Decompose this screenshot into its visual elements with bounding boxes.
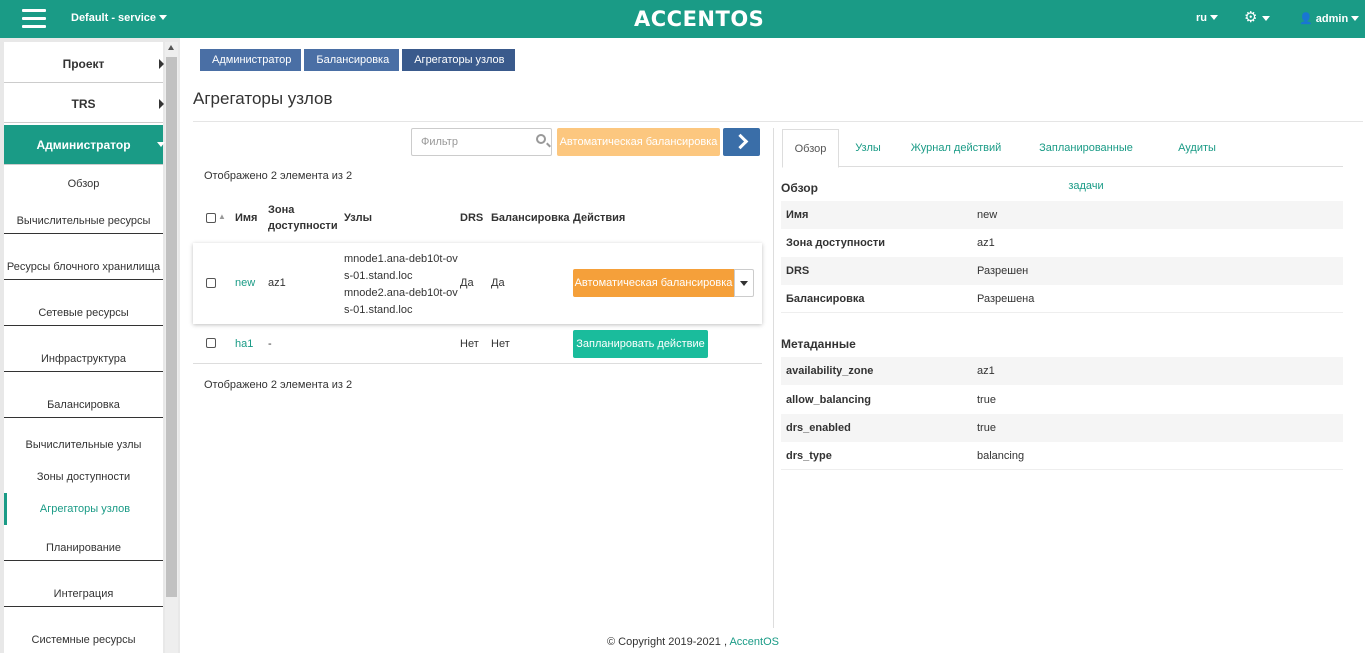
search-icon[interactable] <box>536 134 546 144</box>
row-checkbox[interactable] <box>206 278 216 288</box>
breadcrumb-admin[interactable]: Администратор <box>200 49 302 71</box>
sort-icon[interactable]: ▲ <box>218 212 226 221</box>
sidebar-item-overview[interactable]: Обзор <box>4 178 163 190</box>
row-checkbox[interactable] <box>206 338 216 348</box>
metadata-row: allow_balancing true <box>786 394 996 406</box>
hamburger-icon[interactable] <box>22 9 46 29</box>
sidebar-item-infrastructure[interactable]: Инфраструктура <box>4 353 163 372</box>
tab-action-log[interactable]: Журнал действий <box>906 129 1006 167</box>
sidebar-menu-trs[interactable]: TRS <box>4 85 164 123</box>
footer-brand-link[interactable]: AccentOS <box>729 636 779 648</box>
metadata-row: drs_type balancing <box>781 442 1343 470</box>
detail-row: Балансировка Разрешена <box>781 285 1343 313</box>
sidebar-subitem-compute-nodes[interactable]: Вычислительные узлы <box>4 439 163 451</box>
chevron-down-icon[interactable] <box>734 269 754 297</box>
user-menu[interactable]: 👤 admin <box>1299 12 1360 25</box>
sidebar-subitem-zones[interactable]: Зоны доступности <box>4 471 163 483</box>
tab-scheduled-tasks[interactable]: Запланированные задачи <box>1021 129 1151 192</box>
tab-audits[interactable]: Аудиты <box>1172 129 1222 167</box>
row-zone: - <box>268 338 272 350</box>
sidebar: Проект TRS Администратор Обзор Вычислите… <box>0 38 180 653</box>
items-count-bottom: Отображено 2 элемента из 2 <box>204 379 353 391</box>
sidebar-item-storage[interactable]: Ресурсы блочного хранилища <box>4 261 163 280</box>
project-selector[interactable]: Default - service <box>71 12 167 24</box>
sidebar-item-network[interactable]: Сетевые ресурсы <box>4 307 163 326</box>
sidebar-scrollbar[interactable] <box>165 42 178 653</box>
detail-row: Имя new <box>781 201 1343 229</box>
col-drs[interactable]: DRS <box>460 212 483 224</box>
row-balancing: Нет <box>491 338 510 350</box>
sidebar-menu-project[interactable]: Проект <box>4 45 164 83</box>
col-actions: Действия <box>573 212 626 224</box>
row-nodes: mnode1.ana-deb10t-ov s-01.stand.loc mnode2… <box>344 253 458 316</box>
main-content: Администратор Балансировка Агрегаторы уз… <box>180 38 1365 653</box>
metadata-row: availability_zone az1 <box>781 357 1343 385</box>
page-title: Агрегаторы узлов <box>193 89 333 108</box>
col-name[interactable]: Имя <box>235 212 257 224</box>
detail-row: Зона доступности az1 <box>786 237 995 249</box>
row-name-link[interactable]: ha1 <box>235 338 253 350</box>
breadcrumb: Администратор Балансировка Агрегаторы уз… <box>200 49 518 71</box>
sidebar-item-system[interactable]: Системные ресурсы <box>4 634 163 646</box>
auto-balance-button-disabled: Автоматическая балансировка <box>557 128 720 156</box>
top-navbar: Default - service ACCENTOS ru ⚙ 👤 admin <box>0 0 1365 38</box>
col-balancing[interactable]: Балансировка <box>491 212 569 224</box>
logo: ACCENTOS <box>634 7 765 31</box>
row-balancing: Да <box>491 277 505 289</box>
sidebar-item-compute[interactable]: Вычислительные ресурсы <box>4 215 163 234</box>
col-zone[interactable]: Зона доступности <box>268 204 338 236</box>
details-tabs: Обзор Узлы Журнал действий Запланированн… <box>782 129 1343 192</box>
tab-overview[interactable]: Обзор <box>782 129 839 168</box>
select-all-checkbox[interactable] <box>206 213 216 223</box>
auto-balance-button[interactable]: Автоматическая балансировка <box>573 269 734 297</box>
items-count-top: Отображено 2 элемента из 2 <box>204 170 353 182</box>
sidebar-subitem-aggregators[interactable]: Агрегаторы узлов <box>4 493 163 525</box>
row-drs: Да <box>460 277 474 289</box>
breadcrumb-balancing[interactable]: Балансировка <box>304 49 400 71</box>
row-name-link[interactable]: new <box>235 277 255 289</box>
user-icon: 👤 <box>1299 13 1313 25</box>
row-zone: az1 <box>268 277 286 289</box>
row-drs: Нет <box>460 338 479 350</box>
sidebar-menu-admin[interactable]: Администратор <box>4 125 165 165</box>
filter-input[interactable]: Фильтр <box>411 128 552 156</box>
overview-heading: Обзор <box>781 181 818 195</box>
footer: © Copyright 2019-2021 , AccentOS <box>607 636 779 648</box>
tab-nodes[interactable]: Узлы <box>848 129 888 167</box>
breadcrumb-aggregators: Агрегаторы узлов <box>402 49 515 71</box>
metadata-heading: Метаданные <box>781 337 856 351</box>
chevron-right-icon[interactable] <box>723 128 760 156</box>
detail-row: DRS Разрешен <box>781 257 1343 285</box>
language-selector[interactable]: ru <box>1196 12 1218 24</box>
col-nodes[interactable]: Узлы <box>344 212 372 224</box>
schedule-action-button[interactable]: Запланировать действие <box>573 330 708 358</box>
sidebar-item-balancing[interactable]: Балансировка <box>4 399 163 418</box>
sidebar-item-integration[interactable]: Интеграция <box>4 588 163 607</box>
gear-icon[interactable]: ⚙ <box>1244 8 1271 26</box>
sidebar-item-planning[interactable]: Планирование <box>4 542 163 561</box>
metadata-row: drs_enabled true <box>781 414 1343 442</box>
